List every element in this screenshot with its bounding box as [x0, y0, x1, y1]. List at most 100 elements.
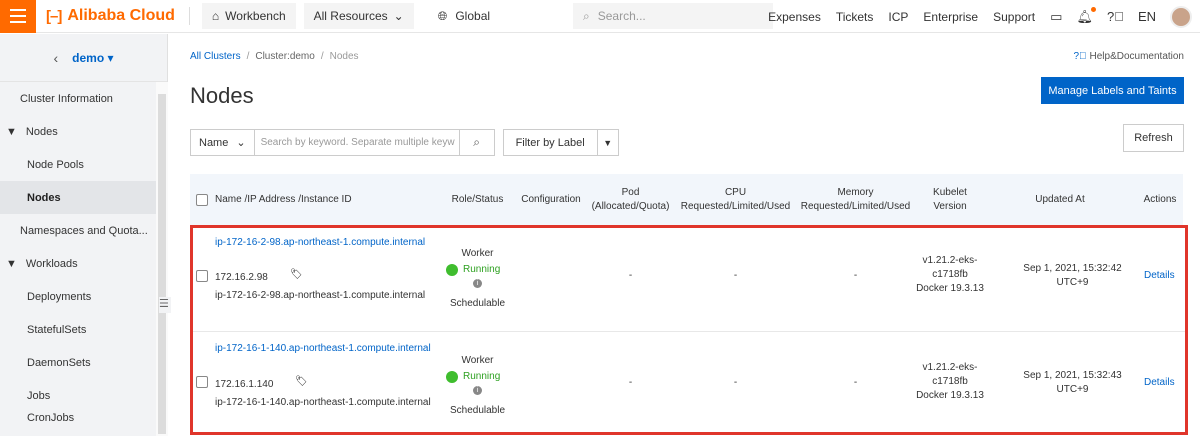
kubelet-version: v1.21.2-eks- c1718fb Docker 19.3.13 — [916, 254, 984, 296]
updated-timezone: UTC+9 — [1056, 384, 1089, 395]
header-kubelet-line2: Version — [933, 201, 967, 212]
menu-icon[interactable] — [0, 0, 36, 33]
status-badge: Running — [446, 370, 500, 384]
region-selector[interactable]: 🌐︎ Global — [438, 9, 490, 24]
top-navbar: [–] Alibaba Cloud ⌂ Workbench All Resour… — [0, 0, 1200, 33]
all-resources-label: All Resources — [313, 9, 388, 23]
header-memory: Memory Requested/Limited/Used — [798, 174, 913, 226]
row-divider — [193, 331, 1185, 332]
sidebar-item-nodes[interactable]: Nodes — [0, 181, 156, 214]
avatar[interactable] — [1170, 5, 1192, 28]
sidebar-group-workloads[interactable]: ▼ Workloads — [0, 247, 156, 280]
help-icon[interactable]: ?⃝ — [1107, 9, 1124, 24]
header-role-status: Role/Status — [451, 194, 504, 205]
all-resources-dropdown[interactable]: All Resources ⌄ — [303, 3, 414, 29]
node-role: Worker — [461, 248, 494, 259]
filter-by-label-dropdown[interactable]: Filter by Label ▼ — [502, 129, 619, 156]
header-memory-line1: Memory — [837, 187, 874, 198]
updated-date: Sep 1, 2021, 15:32:42 — [1023, 263, 1122, 274]
scrollbar-thumb[interactable] — [158, 94, 166, 434]
sidebar-scrollbar[interactable] — [156, 82, 168, 436]
sidebar-item-label: DaemonSets — [27, 356, 91, 369]
info-icon[interactable]: i — [445, 277, 510, 288]
checkbox[interactable] — [196, 270, 208, 282]
highlight-frame: ip-172-16-2-98.ap-northeast-1.compute.in… — [190, 225, 1188, 435]
breadcrumb-separator: / — [320, 51, 324, 62]
filter-field-select[interactable]: Name ⌄ — [190, 129, 255, 156]
back-arrow-icon[interactable]: ‹ — [53, 50, 58, 66]
support-link[interactable]: Support — [993, 10, 1035, 24]
sidebar-item-label: Cluster Information — [20, 92, 113, 105]
tag-icon[interactable]: 🏷︎ — [295, 375, 308, 389]
row-checkbox[interactable] — [196, 270, 208, 282]
tag-icon[interactable]: 🏷︎ — [290, 268, 303, 282]
sidebar-item-cluster-information[interactable]: Cluster Information — [0, 82, 156, 115]
sidebar-item-daemonsets[interactable]: DaemonSets — [0, 346, 156, 379]
details-link[interactable]: Details — [1144, 269, 1175, 283]
search-button[interactable]: ⌕ — [459, 129, 495, 156]
manage-labels-taints-button[interactable]: Manage Labels and Taints — [1041, 77, 1184, 104]
language-selector[interactable]: EN — [1138, 9, 1156, 24]
question-icon: ?⃝ — [1073, 51, 1087, 62]
updated-at: Sep 1, 2021, 15:32:43 UTC+9 — [1015, 369, 1130, 397]
checkbox[interactable] — [196, 376, 208, 388]
header-pod: Pod (Allocated/Quota) — [588, 174, 673, 226]
caret-down-icon: ▼ — [6, 257, 17, 270]
expenses-link[interactable]: Expenses — [768, 10, 821, 24]
bell-icon[interactable]: 🔔︎ — [1076, 6, 1096, 25]
page-title: Nodes — [190, 83, 254, 108]
sidebar-item-deployments[interactable]: Deployments — [0, 280, 156, 313]
icp-link[interactable]: ICP — [888, 10, 908, 24]
node-instance-id: ip-172-16-2-98.ap-northeast-1.compute.in… — [215, 290, 426, 301]
help-label: Help&Documentation — [1089, 51, 1185, 62]
info-icon[interactable]: i — [445, 384, 510, 395]
collapse-sidebar-icon[interactable]: ☰ — [159, 297, 171, 313]
kubelet-line3: Docker 19.3.13 — [916, 283, 984, 294]
sidebar-item-node-pools[interactable]: Node Pools — [0, 148, 156, 181]
tickets-link[interactable]: Tickets — [836, 10, 874, 24]
kubelet-line2: c1718fb — [932, 269, 968, 280]
schedulable-status: Schedulable — [449, 405, 506, 416]
sidebar-item-label: Node Pools — [27, 158, 84, 171]
breadcrumb-all-clusters[interactable]: All Clusters — [190, 51, 241, 62]
help-documentation-link[interactable]: ?⃝ Help&Documentation — [1073, 51, 1184, 62]
breadcrumb-cluster[interactable]: Cluster:demo — [255, 51, 314, 62]
status-label: Running — [463, 264, 501, 275]
cpu-value: - — [733, 377, 738, 388]
sidebar-item-jobs[interactable]: Jobs — [0, 379, 156, 412]
details-link[interactable]: Details — [1144, 376, 1175, 390]
sidebar-item-label: Nodes — [27, 191, 61, 204]
project-label: demo — [72, 50, 105, 65]
chevron-down-icon: ⌄ — [236, 137, 246, 149]
header-memory-line2: Requested/Limited/Used — [800, 201, 911, 212]
table-row: ip-172-16-2-98.ap-northeast-1.compute.in… — [193, 228, 1185, 329]
filter-by-label-text: Filter by Label — [504, 130, 598, 155]
alibaba-logo-icon: [–] — [46, 7, 62, 25]
node-name-link[interactable]: ip-172-16-1-140.ap-northeast-1.compute.i… — [215, 342, 431, 356]
keyword-search-input[interactable]: Search by keyword. Separate multiple key… — [254, 129, 460, 156]
updated-date: Sep 1, 2021, 15:32:43 — [1023, 370, 1122, 381]
sidebar-item-statefulsets[interactable]: StatefulSets — [0, 313, 156, 346]
brand-logo[interactable]: [–] Alibaba Cloud — [46, 7, 175, 25]
project-switcher[interactable]: ‹ demo ▾ — [0, 34, 167, 82]
memory-value: - — [853, 377, 858, 388]
terminal-icon[interactable]: ▭ — [1050, 9, 1062, 25]
search-placeholder: Search... — [597, 9, 646, 23]
sidebar-item-namespaces[interactable]: Namespaces and Quota... — [0, 214, 156, 247]
enterprise-link[interactable]: Enterprise — [923, 10, 978, 24]
workbench-button[interactable]: ⌂ Workbench — [201, 3, 296, 29]
breadcrumb-current: Nodes — [329, 51, 359, 62]
row-checkbox[interactable] — [196, 376, 208, 388]
kubelet-line1: v1.21.2-eks- — [922, 255, 978, 266]
caret-down-icon: ▼ — [6, 125, 17, 138]
refresh-button[interactable]: Refresh — [1123, 124, 1184, 152]
status-dot-icon — [446, 371, 458, 383]
sidebar-group-nodes[interactable]: ▼ Nodes — [0, 115, 156, 148]
sidebar-item-cronjobs[interactable]: CronJobs — [0, 412, 156, 424]
checkbox[interactable] — [196, 194, 208, 206]
node-name-link[interactable]: ip-172-16-2-98.ap-northeast-1.compute.in… — [215, 236, 425, 250]
project-name[interactable]: demo ▾ — [72, 51, 113, 65]
search-input[interactable]: ⌕ Search... — [573, 3, 773, 29]
header-cpu-line2: Requested/Limited/Used — [680, 201, 791, 212]
select-all-checkbox[interactable] — [195, 174, 209, 226]
